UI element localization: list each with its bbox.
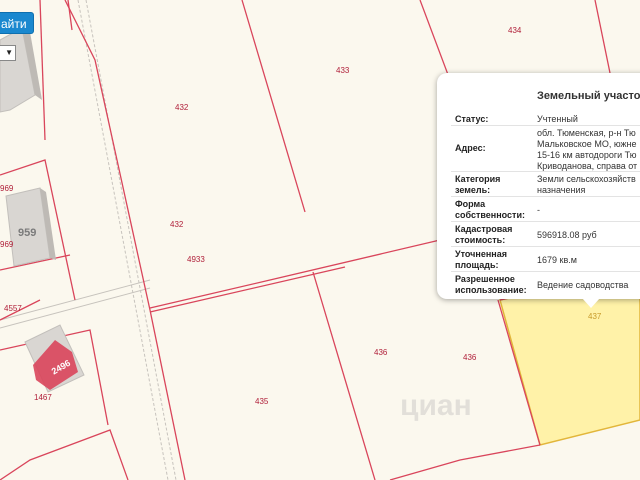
field-label: Адрес: [455, 143, 486, 153]
chevron-down-icon: ▼ [5, 48, 13, 57]
divider [451, 271, 640, 272]
field-label: Категория земель: [455, 174, 501, 195]
field-value: - [537, 205, 540, 215]
field-value: Учтенный [537, 114, 578, 124]
parcel-label-437: 437 [588, 312, 602, 321]
address-line: Мальковское МО, южне [537, 139, 637, 149]
field-value: 596918.08 руб [537, 230, 597, 240]
parcel-label-435: 435 [255, 397, 269, 406]
find-button[interactable]: айти [0, 12, 34, 34]
field-value: 1679 кв.м [537, 255, 577, 265]
parcel-label-436b: 436 [463, 353, 477, 362]
field-value: Земли сельскохозяйств назначения [537, 174, 636, 195]
parcel-label-969a: 969 [0, 184, 14, 193]
address-line: 15-16 км автодороги Тю [537, 150, 637, 160]
parcel-label-969b: 969 [0, 240, 14, 249]
field-label: Форма собственности: [455, 199, 525, 220]
popup-title: Земельный участо [537, 90, 640, 102]
divider [451, 171, 640, 172]
divider [451, 196, 640, 197]
parcel-label-1467: 1467 [34, 393, 52, 402]
watermark: циан [400, 389, 472, 422]
building-number-959: 959 [18, 227, 36, 239]
parcel-label-4557: 4557 [4, 304, 22, 313]
field-label: Статус: [455, 114, 489, 124]
region-select[interactable]: ▼ [0, 45, 16, 61]
parcel-label-432b: 432 [170, 220, 184, 229]
popup-pointer [582, 298, 600, 308]
parcel-label-4933: 4933 [187, 255, 205, 264]
parcel-label-434: 434 [508, 26, 522, 35]
field-label: Уточненная площадь: [455, 249, 507, 270]
field-value: обл. Тюменская, р-н Тю Мальковское МО, ю… [537, 128, 640, 172]
field-label: Кадастровая стоимость: [455, 224, 513, 245]
field-label: Разрешенное использование: [455, 274, 527, 295]
divider [451, 246, 640, 247]
parcel-label-436a: 436 [374, 348, 388, 357]
parcel-label-433: 433 [336, 66, 350, 75]
parcel-info-popup: Земельный участо Статус: Учтенный Адрес:… [437, 73, 640, 299]
divider [451, 221, 640, 222]
divider [451, 125, 640, 126]
parcel-label-432a: 432 [175, 103, 189, 112]
field-value: Ведение садоводства [537, 280, 629, 290]
address-line: обл. Тюменская, р-н Тю [537, 128, 636, 138]
